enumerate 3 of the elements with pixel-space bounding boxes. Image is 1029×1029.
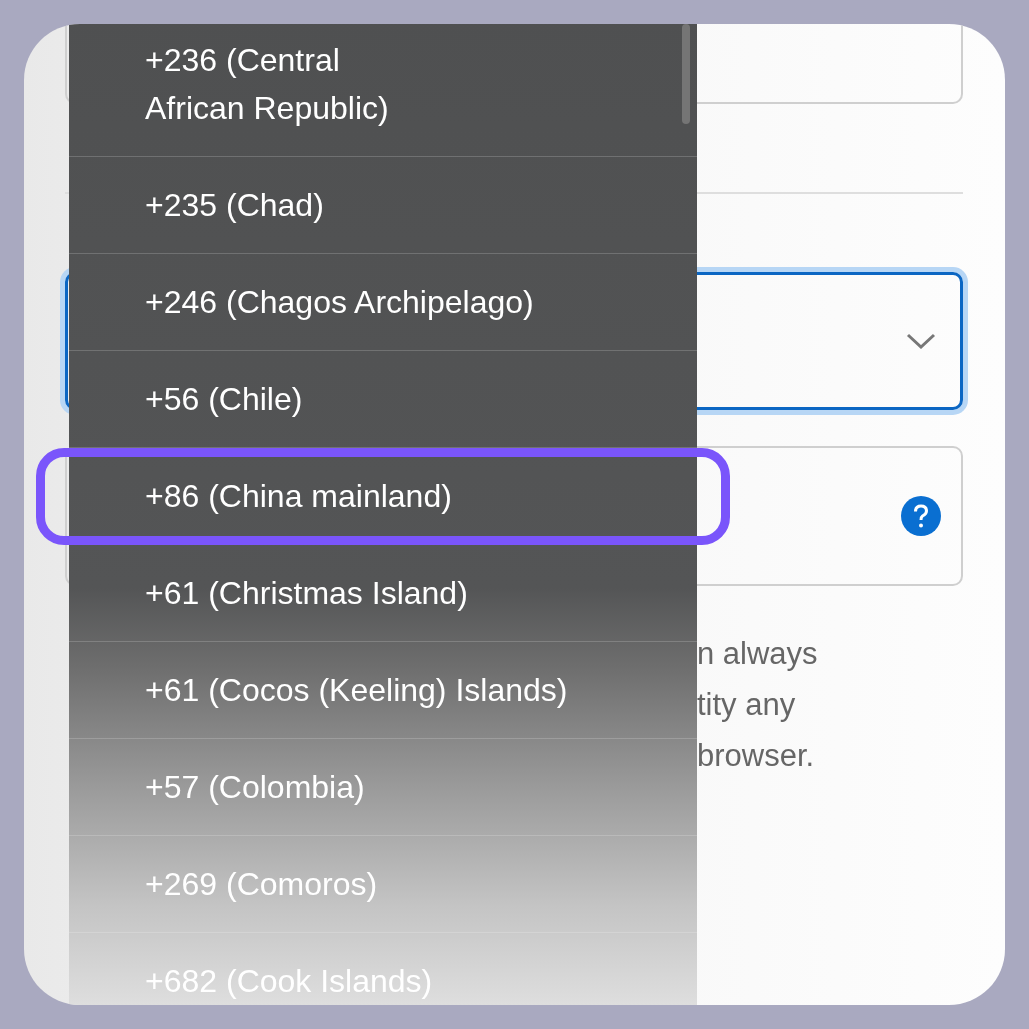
paragraph-text: n always bbox=[697, 635, 818, 673]
paragraph-text: tity any bbox=[697, 686, 796, 724]
paragraph-text: browser. bbox=[697, 737, 815, 775]
